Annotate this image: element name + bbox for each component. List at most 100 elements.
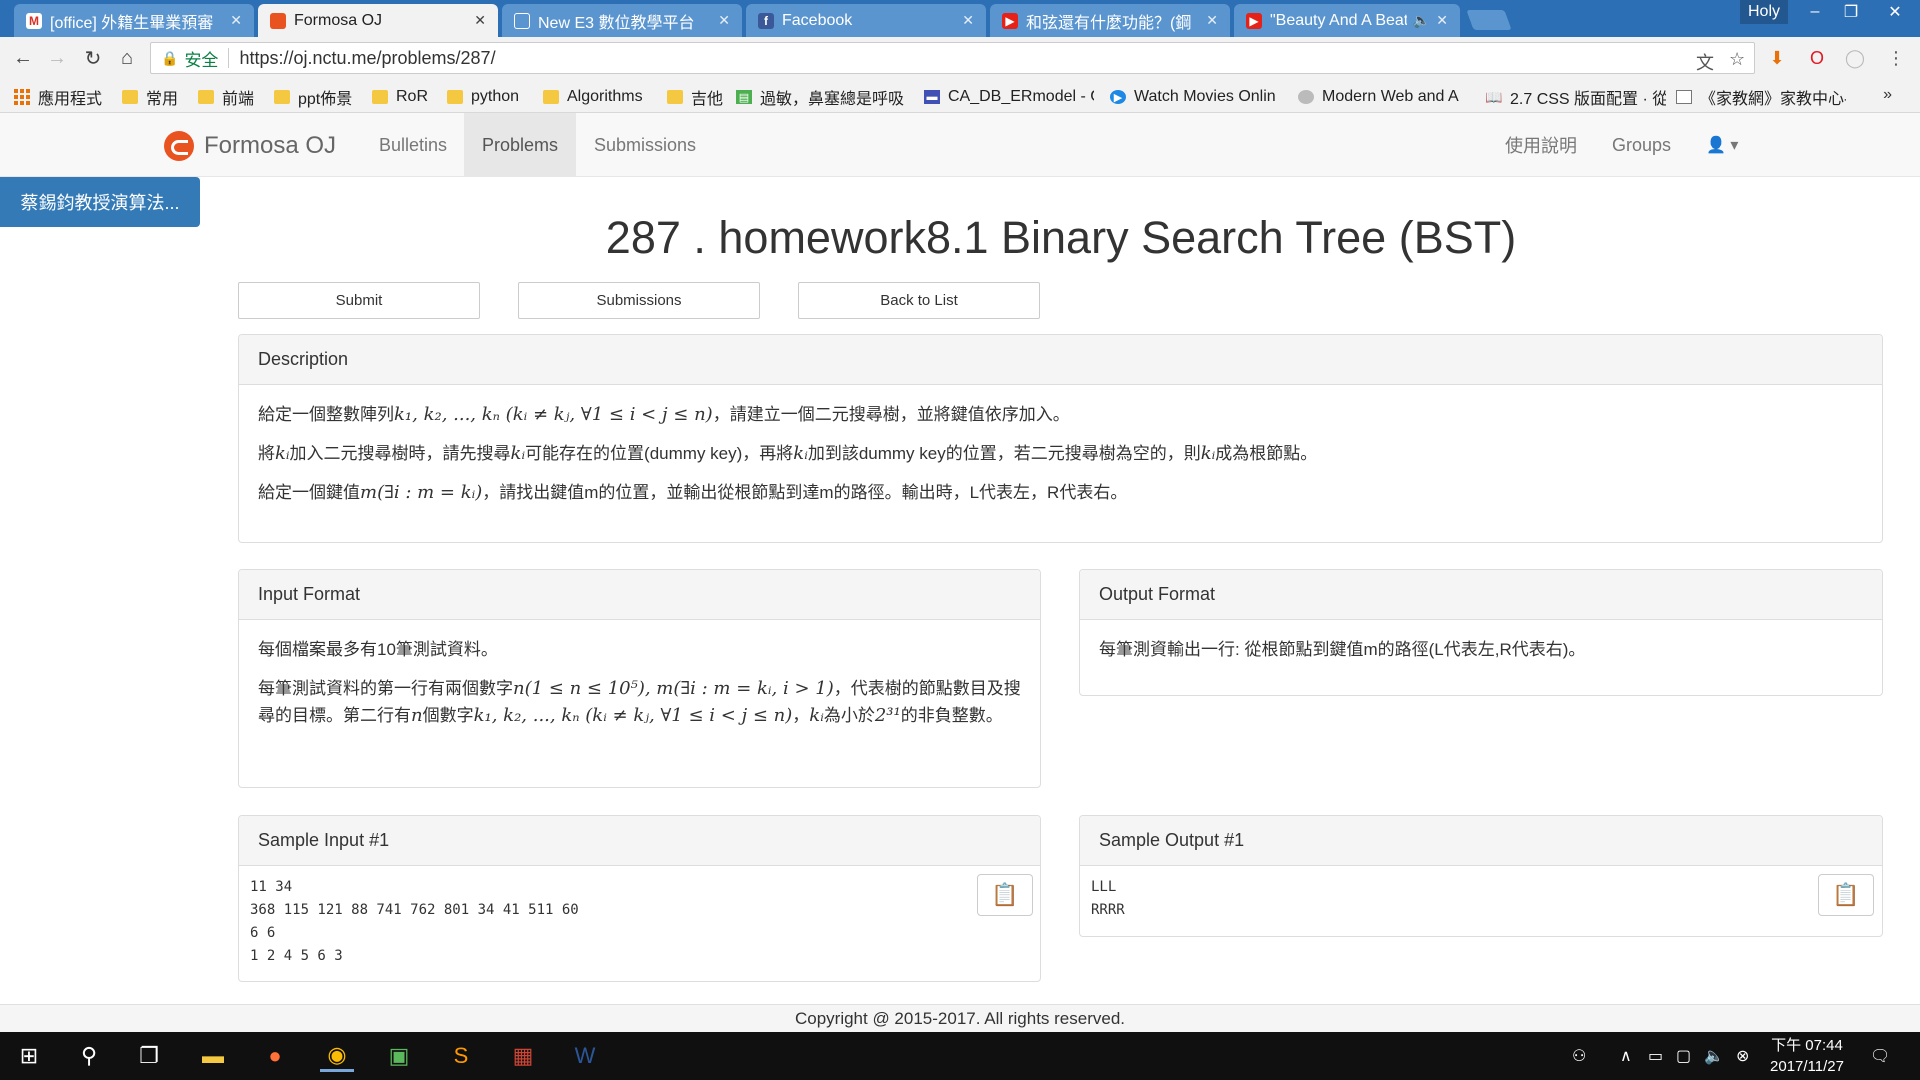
winrar-icon[interactable]: ▦ bbox=[506, 1040, 540, 1072]
close-icon[interactable]: ✕ bbox=[230, 12, 242, 29]
home-icon[interactable]: ⌂ bbox=[114, 45, 140, 71]
site-navbar: Formosa OJ Bulletins Problems Submission… bbox=[0, 113, 1920, 177]
bookmark-label: 過敏，鼻塞總是呼吸 bbox=[760, 91, 905, 108]
reload-icon[interactable]: ↻ bbox=[80, 45, 106, 71]
formosa-oj-logo-icon bbox=[164, 131, 194, 161]
tab-label: [office] 外籍生畢業預審 bbox=[50, 14, 214, 32]
bookmark-link[interactable]: 📖 2.7 CSS 版面配置 · 從 bbox=[1486, 86, 1666, 109]
firefox-icon[interactable]: ● bbox=[258, 1040, 292, 1072]
address-bar[interactable]: 🔒 安全 https://oj.nctu.me/problems/287/ 文 … bbox=[150, 42, 1755, 74]
sublime-icon[interactable]: S bbox=[444, 1040, 478, 1072]
bookmark-folder[interactable]: RoR bbox=[372, 86, 428, 108]
bookmark-link[interactable]: ▶ Watch Movies Onlin bbox=[1110, 86, 1284, 108]
copy-sample-output-button[interactable]: 📋 bbox=[1818, 874, 1874, 916]
tab-youtube-beauty[interactable]: ▶ "Beauty And A Beat" 🔈 ✕ bbox=[1234, 4, 1460, 37]
youtube-icon: ▶ bbox=[1002, 12, 1018, 29]
bookmarks-more-button[interactable]: » bbox=[1883, 86, 1892, 104]
back-to-list-button[interactable]: Back to List bbox=[798, 282, 1040, 319]
bookmark-folder[interactable]: 前端 bbox=[198, 86, 254, 108]
bookmark-label: Modern Web and A bbox=[1322, 88, 1459, 105]
browser-toolbar: ← → ↻ ⌂ 🔒 安全 https://oj.nctu.me/problems… bbox=[0, 37, 1920, 79]
tab-youtube-chords[interactable]: ▶ 和弦還有什麼功能？(鋼 ✕ bbox=[990, 4, 1230, 37]
sample-input-panel: Sample Input #1 11 34 368 115 121 88 741… bbox=[238, 815, 1041, 982]
youtube-icon: ▶ bbox=[1246, 12, 1262, 29]
translate-icon[interactable]: 文 bbox=[1696, 49, 1714, 75]
submissions-button[interactable]: Submissions bbox=[518, 282, 760, 319]
input-format-panel: Input Format 每個檔案最多有10筆測試資料。 每筆測試資料的第一行有… bbox=[238, 569, 1041, 788]
url-text[interactable]: https://oj.nctu.me/problems/287/ bbox=[239, 48, 495, 69]
restore-icon[interactable]: ❐ bbox=[1836, 0, 1866, 24]
new-tab-button[interactable] bbox=[1466, 10, 1512, 30]
close-icon[interactable]: ✕ bbox=[1436, 12, 1448, 29]
page-icon bbox=[1676, 90, 1692, 104]
download-icon[interactable]: ⬇ bbox=[1765, 46, 1789, 70]
sample-output-code[interactable]: LLL RRRR bbox=[1091, 876, 1871, 922]
text: ， bbox=[792, 706, 810, 725]
action-center-icon[interactable]: 🗨 bbox=[1870, 1046, 1890, 1066]
notification-x-icon[interactable]: ⊗ bbox=[1736, 1046, 1749, 1066]
taskbar-clock[interactable]: 下午 07:44 2017/11/27 bbox=[1760, 1035, 1854, 1077]
close-icon[interactable]: ✕ bbox=[474, 12, 486, 29]
sample-output-panel: Sample Output #1 LLL RRRR 📋 bbox=[1079, 815, 1883, 937]
task-view-icon[interactable]: ❐ bbox=[132, 1040, 166, 1072]
extension-icon[interactable]: ◯ bbox=[1843, 46, 1867, 70]
text: 可能存在的位置(dummy key)，再將 bbox=[525, 444, 794, 463]
tab-gmail[interactable]: M [office] 外籍生畢業預審 ✕ bbox=[14, 4, 254, 37]
bookmark-folder[interactable]: python bbox=[447, 86, 519, 108]
menu-kebab-icon[interactable]: ⋮ bbox=[1884, 46, 1908, 70]
bookmark-folder[interactable]: Algorithms bbox=[543, 86, 643, 108]
file-explorer-icon[interactable]: ▬ bbox=[196, 1040, 230, 1072]
word-icon[interactable]: W bbox=[568, 1040, 602, 1072]
tab-formosa-oj[interactable]: Formosa OJ ✕ bbox=[258, 4, 498, 37]
people-icon[interactable]: ⚇ bbox=[1572, 1046, 1586, 1066]
bookmark-folder[interactable]: ppt佈景 bbox=[274, 86, 352, 108]
bookmark-folder[interactable]: 吉他 bbox=[667, 86, 723, 108]
back-arrow-icon[interactable]: ← bbox=[10, 45, 36, 71]
bookmark-folder[interactable]: 常用 bbox=[122, 86, 178, 108]
forward-arrow-icon[interactable]: → bbox=[44, 45, 70, 71]
chevron-up-icon[interactable]: ∧ bbox=[1620, 1046, 1632, 1066]
math-expression: kᵢ bbox=[275, 443, 290, 464]
bookmark-link[interactable]: 《家教網》家教中心- bbox=[1676, 86, 1846, 108]
nav-help[interactable]: 使用說明 bbox=[1487, 113, 1595, 177]
course-side-tab[interactable]: 蔡錫鈞教授演算法... bbox=[0, 177, 200, 227]
volume-icon[interactable]: 🔈 bbox=[1704, 1046, 1724, 1066]
close-window-icon[interactable]: ✕ bbox=[1880, 0, 1910, 24]
nav-groups[interactable]: Groups bbox=[1594, 113, 1689, 177]
tab-facebook[interactable]: f Facebook ✕ bbox=[746, 4, 986, 37]
search-icon[interactable]: ⚲ bbox=[72, 1040, 106, 1072]
user-dropdown-icon[interactable]: 👤 ▾ bbox=[1706, 135, 1738, 155]
brand-link[interactable]: Formosa OJ bbox=[164, 131, 336, 161]
submit-button[interactable]: Submit bbox=[238, 282, 480, 319]
bookmark-link[interactable]: Modern Web and A bbox=[1298, 86, 1468, 108]
sample-input-code[interactable]: 11 34 368 115 121 88 741 762 801 34 41 5… bbox=[250, 876, 1029, 968]
chrome-icon[interactable]: ◉ bbox=[320, 1040, 354, 1072]
nav-problems[interactable]: Problems bbox=[464, 113, 577, 177]
profile-button[interactable]: Holy bbox=[1740, 0, 1788, 24]
copy-sample-input-button[interactable]: 📋 bbox=[977, 874, 1033, 916]
bookmark-link[interactable]: ▤ 過敏，鼻塞總是呼吸 bbox=[736, 86, 906, 108]
close-icon[interactable]: ✕ bbox=[962, 12, 974, 29]
minimize-icon[interactable]: – bbox=[1800, 0, 1830, 24]
bookmark-star-icon[interactable]: ☆ bbox=[1729, 49, 1745, 70]
speaker-icon[interactable]: 🔈 bbox=[1413, 12, 1430, 29]
nav-submissions[interactable]: Submissions bbox=[576, 113, 714, 177]
bookmark-apps[interactable]: 應用程式 bbox=[14, 86, 102, 108]
lock-icon: 🔒 bbox=[161, 49, 179, 66]
network-icon[interactable]: ▢ bbox=[1676, 1046, 1691, 1066]
panel-heading: Output Format bbox=[1080, 570, 1882, 620]
nav-bulletins[interactable]: Bulletins bbox=[361, 113, 465, 177]
battery-icon[interactable]: ▭ bbox=[1648, 1046, 1663, 1066]
tab-new-e3[interactable]: New E3 數位教學平台 ✕ bbox=[502, 4, 742, 37]
folder-icon bbox=[447, 90, 463, 104]
start-icon[interactable]: ⊞ bbox=[12, 1040, 46, 1072]
panel-heading: Sample Output #1 bbox=[1080, 816, 1882, 866]
bookmark-link[interactable]: ▬ CA_DB_ERmodel - G bbox=[924, 86, 1094, 108]
gmail-icon: M bbox=[26, 12, 42, 29]
opera-icon[interactable]: O bbox=[1805, 46, 1829, 70]
app-icon[interactable]: ▣ bbox=[382, 1040, 416, 1072]
close-icon[interactable]: ✕ bbox=[718, 12, 730, 29]
tab-label: "Beauty And A Beat" bbox=[1270, 11, 1407, 29]
close-icon[interactable]: ✕ bbox=[1206, 12, 1218, 29]
math-expression: 2³¹ bbox=[874, 705, 901, 726]
